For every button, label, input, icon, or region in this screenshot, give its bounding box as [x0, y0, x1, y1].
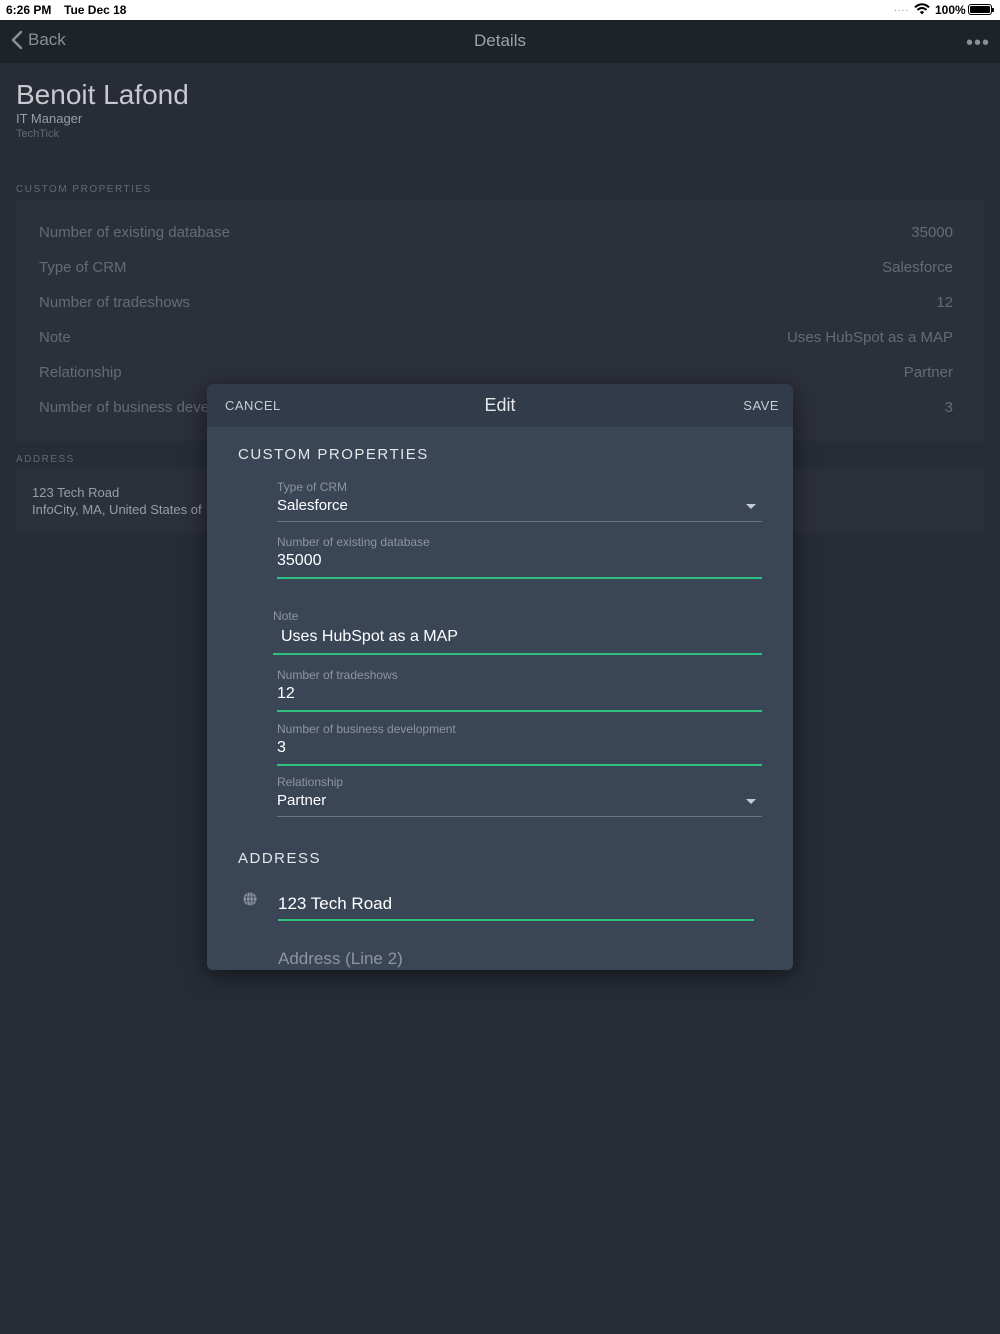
page-title: Details	[474, 31, 526, 50]
field-value: 12	[277, 685, 295, 702]
field-value: 3	[277, 739, 286, 756]
field-label: Number of tradeshows	[277, 668, 398, 682]
existing-database-input[interactable]: Number of existing database 35000	[277, 535, 762, 580]
edit-dialog-header: CANCEL Edit SAVE	[207, 384, 793, 427]
navigation-bar: Back Details •••	[0, 20, 1000, 63]
field-value: 35000	[277, 552, 322, 569]
save-button[interactable]: SAVE	[743, 398, 779, 413]
business-development-input[interactable]: Number of business development 3	[277, 722, 762, 767]
status-time: 6:26 PM	[6, 3, 52, 17]
field-value: Partner	[277, 792, 327, 809]
signal-icon: ....	[894, 3, 910, 14]
custom-properties-heading: CUSTOM PROPERTIES	[238, 446, 429, 463]
field-value: Salesforce	[277, 497, 348, 514]
edit-dialog: CANCEL Edit SAVE CUSTOM PROPERTIES Type …	[207, 384, 793, 970]
field-label: Relationship	[277, 775, 344, 789]
battery-icon	[968, 4, 994, 15]
note-input[interactable]: Note Uses HubSpot as a MAP	[273, 609, 762, 655]
field-value: Uses HubSpot as a MAP	[281, 628, 458, 645]
battery-percent: 100%	[935, 3, 966, 17]
relationship-select[interactable]: Relationship Partner	[277, 775, 762, 817]
status-date: Tue Dec 18	[64, 3, 127, 17]
address-heading: ADDRESS	[238, 850, 322, 867]
status-bar: 6:26 PM Tue Dec 18 .... 100%	[0, 0, 1000, 20]
wifi-icon	[914, 3, 930, 15]
dropdown-caret-icon	[746, 799, 756, 804]
more-icon[interactable]: •••	[966, 32, 990, 55]
field-label: Number of business development	[277, 722, 456, 736]
field-label: Type of CRM	[277, 480, 348, 494]
globe-icon	[243, 892, 257, 906]
field-label: Number of existing database	[277, 535, 430, 549]
edit-dialog-title: Edit	[484, 395, 516, 415]
address-line-2-input[interactable]: Address (Line 2)	[278, 949, 403, 969]
crm-type-select[interactable]: Type of CRM Salesforce	[277, 480, 762, 522]
field-label: Note	[273, 609, 299, 623]
dropdown-caret-icon	[746, 504, 756, 509]
tradeshows-input[interactable]: Number of tradeshows 12	[277, 668, 762, 713]
address-line-1-input[interactable]: 123 Tech Road	[278, 894, 392, 914]
